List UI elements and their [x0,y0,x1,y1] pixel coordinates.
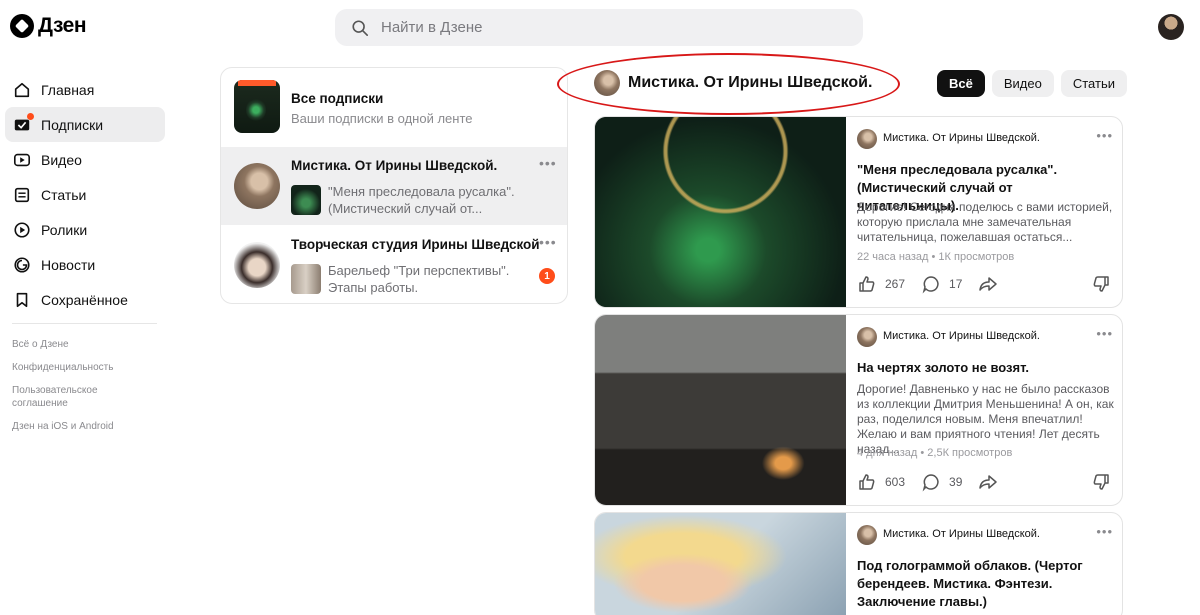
footer-link-terms[interactable]: Пользовательское соглашение [12,384,142,410]
unread-count-badge: 1 [539,268,555,284]
all-subscriptions-title: Все подписки [291,91,384,106]
article-actions: 603 39 [857,472,998,492]
card-channel-name[interactable]: Мистика. От Ирины Шведской. [883,528,1040,540]
channel-avatar [857,327,877,347]
search-placeholder: Найти в Дзене [381,19,483,36]
article-card[interactable]: Мистика. От Ирины Шведской. ••• "Меня пр… [594,116,1123,308]
sidebar-item-label: Статьи [41,186,87,203]
subscription-item-studio[interactable]: Творческая студия Ирины Шведской ••• Бар… [221,226,567,303]
like-icon[interactable] [857,274,877,294]
dzen-logo[interactable]: Дзен [10,14,87,38]
sidebar-item-saved[interactable]: Сохранённое [5,282,165,317]
latest-post-snippet: "Меня преследовала русалка". (Мистически… [328,184,515,216]
card-channel-name[interactable]: Мистика. От Ирины Шведской. [883,330,1040,342]
more-options-icon[interactable]: ••• [539,234,557,250]
like-icon[interactable] [857,472,877,492]
article-actions: 267 17 [857,274,998,294]
channel-name: Мистика. От Ирины Шведской. [291,158,498,173]
article-image [595,513,846,615]
sidebar-item-news[interactable]: Новости [5,247,165,282]
article-snippet: Дорогие! Давненько у нас не было рассказ… [857,382,1114,456]
clips-icon [13,221,31,239]
sidebar-item-articles[interactable]: Статьи [5,177,165,212]
filter-articles[interactable]: Статьи [1060,70,1127,97]
article-meta: 22 часа назад • 1К просмотров [857,251,1015,263]
sidebar-item-label: Сохранённое [41,291,128,308]
sidebar-divider [12,323,157,324]
all-subscriptions-thumbnail [234,80,280,133]
subscription-item-mystic[interactable]: Мистика. От Ирины Шведской. ••• "Меня пр… [221,147,567,225]
sidebar-item-home[interactable]: Главная [5,72,165,107]
article-image [595,117,846,307]
app-root: Дзен Найти в Дзене Главная Подписки Виде… [0,0,1200,615]
search-icon [352,19,369,36]
footer-link-about[interactable]: Всё о Дзене [12,338,142,351]
channel-name: Творческая студия Ирины Шведской [291,237,540,252]
comment-icon[interactable] [921,472,941,492]
post-thumbnail [291,185,321,215]
video-icon [13,151,31,169]
content-filter-tabs: Всё Видео Статьи [937,70,1127,97]
sidebar-item-video[interactable]: Видео [5,142,165,177]
footer-link-privacy[interactable]: Конфиденциальность [12,361,142,374]
sidebar-item-label: Главная [41,81,95,98]
more-options-icon[interactable]: ••• [1096,326,1113,341]
logo-text: Дзен [38,14,87,37]
user-avatar[interactable] [1158,14,1184,40]
subscriptions-icon [13,112,34,134]
channel-avatar [234,242,280,288]
subscriptions-panel: Все подписки Ваши подписки в одной ленте… [220,67,568,304]
sidebar-item-label: Подписки [41,116,104,133]
sidebar-item-label: Ролики [41,221,88,238]
filter-video[interactable]: Видео [991,70,1054,97]
more-options-icon[interactable]: ••• [1096,524,1113,539]
comment-icon[interactable] [921,274,941,294]
latest-post-snippet: Барельеф "Три перспективы". Этапы работы… [328,263,510,295]
article-meta: 4 дня назад • 2,5К просмотров [857,447,1013,459]
dislike-icon[interactable] [1091,274,1111,294]
article-image [595,315,846,505]
filter-all[interactable]: Всё [937,70,985,97]
article-body: Мистика. От Ирины Шведской. ••• На чертя… [857,315,1119,505]
article-title[interactable]: На чертях золото не возят. [857,359,1115,377]
article-body: Мистика. От Ирины Шведской. ••• Под голо… [857,513,1119,615]
like-count: 603 [885,475,906,489]
more-options-icon[interactable]: ••• [1096,128,1113,143]
article-body: Мистика. От Ирины Шведской. ••• "Меня пр… [857,117,1119,307]
channel-avatar [857,525,877,545]
article-snippet: Дорогие! Сегодня поделюсь с вами историе… [857,200,1113,244]
news-icon [13,256,31,274]
sidebar-nav: Главная Подписки Видео Статьи Ролики Нов… [5,72,165,317]
sidebar-item-clips[interactable]: Ролики [5,212,165,247]
all-subscriptions-item[interactable]: Все подписки Ваши подписки в одной ленте [221,68,567,146]
sidebar-footer-links: Всё о Дзене Конфиденциальность Пользоват… [12,338,142,443]
channel-avatar [857,129,877,149]
home-icon [13,81,31,99]
article-card[interactable]: Мистика. От Ирины Шведской. ••• Под голо… [594,512,1123,615]
comment-count: 17 [949,277,963,291]
more-options-icon[interactable]: ••• [539,155,557,171]
bookmark-icon [13,291,31,309]
dzen-logo-icon [10,14,34,38]
all-subscriptions-desc: Ваши подписки в одной ленте [291,111,473,126]
search-input[interactable]: Найти в Дзене [335,9,863,46]
articles-icon [13,186,31,204]
footer-link-apps[interactable]: Дзен на iOS и Android [12,420,142,433]
share-icon[interactable] [978,472,998,492]
sidebar-item-label: Новости [41,256,96,273]
article-card[interactable]: Мистика. От Ирины Шведской. ••• На чертя… [594,314,1123,506]
post-thumbnail [291,264,321,294]
dislike-icon[interactable] [1091,472,1111,492]
channel-avatar [234,163,280,209]
card-channel-name[interactable]: Мистика. От Ирины Шведской. [883,132,1040,144]
like-count: 267 [885,277,906,291]
sidebar-item-subscriptions[interactable]: Подписки [5,107,165,142]
sidebar-item-label: Видео [41,151,82,168]
notification-dot [27,112,34,120]
annotation-ellipse [557,53,900,115]
share-icon[interactable] [978,274,998,294]
comment-count: 39 [949,475,963,489]
article-title[interactable]: Под голограммой облаков. (Чертог беренде… [857,557,1115,611]
